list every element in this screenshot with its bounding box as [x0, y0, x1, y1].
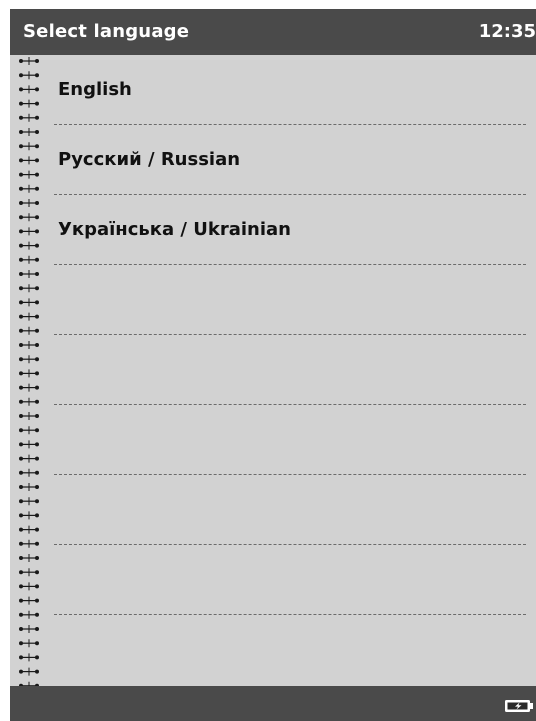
clock: 12:35	[478, 21, 536, 42]
page-title: Select language	[23, 21, 190, 42]
list-item-empty	[54, 545, 526, 615]
language-item-russian[interactable]: Русский / Russian	[54, 125, 526, 195]
language-item-english[interactable]: English	[54, 55, 526, 125]
battery-charging-icon	[505, 700, 533, 712]
language-label: English	[58, 79, 132, 100]
language-item-ukrainian[interactable]: Українська / Ukrainian	[54, 195, 526, 265]
language-label: Русский / Russian	[58, 149, 241, 170]
language-label: Українська / Ukrainian	[58, 219, 291, 240]
notebook-spine-icon	[19, 57, 39, 686]
list-item-empty	[54, 475, 526, 545]
language-screen: Select language 12:35 English Русский / …	[10, 9, 536, 721]
list-item-empty	[54, 405, 526, 475]
language-list: English Русский / Russian Українська / U…	[54, 55, 526, 686]
list-item-empty	[54, 265, 526, 335]
status-bar	[10, 686, 536, 721]
language-list-area: English Русский / Russian Українська / U…	[10, 55, 536, 686]
title-bar: Select language 12:35	[10, 9, 536, 55]
list-item-empty	[54, 335, 526, 405]
